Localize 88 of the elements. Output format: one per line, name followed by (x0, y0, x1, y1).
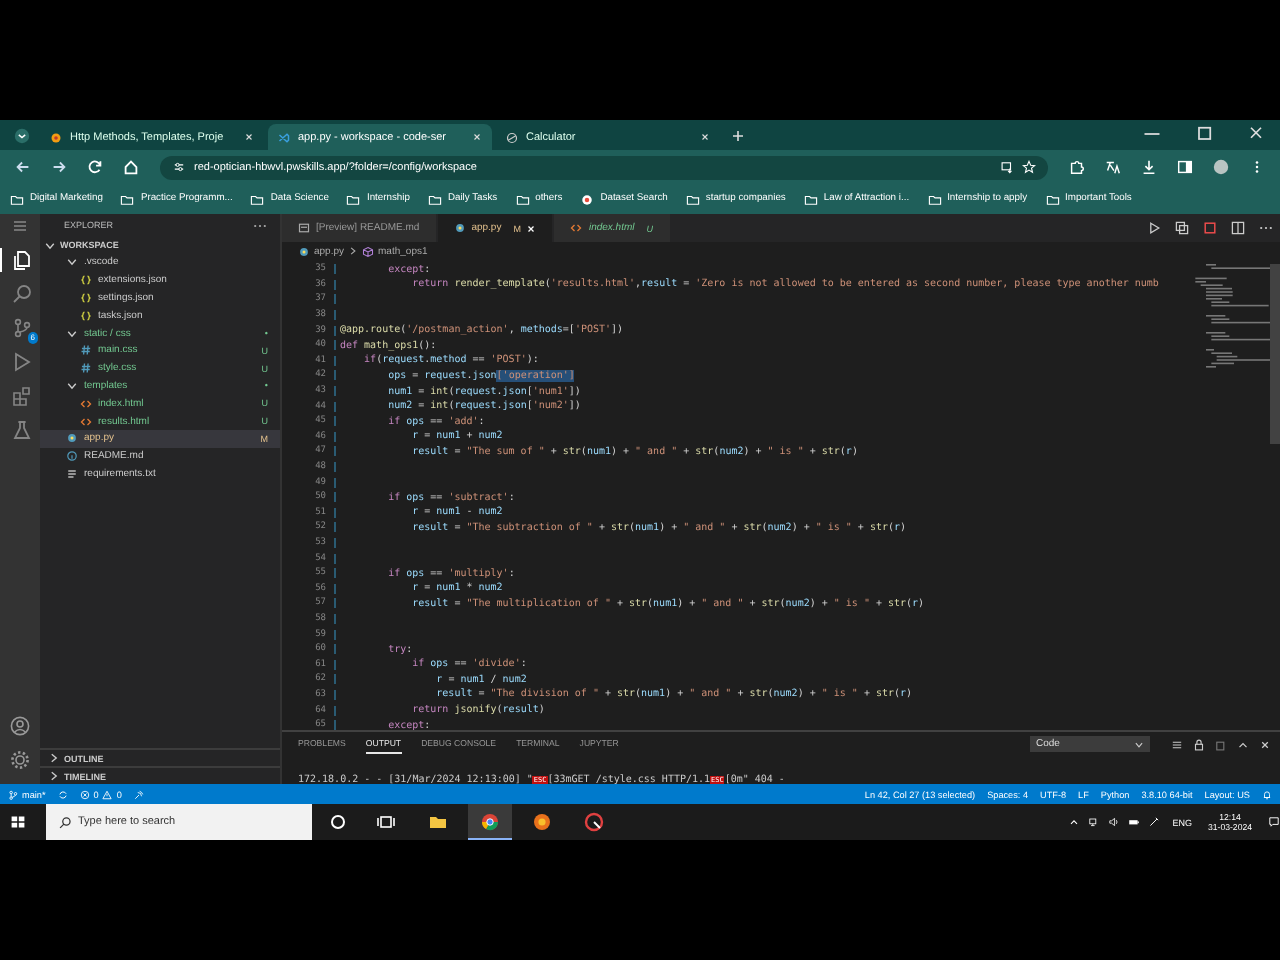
lock-icon[interactable] (1192, 737, 1206, 751)
python-file-icon (66, 432, 78, 445)
chevron-down-icon (66, 379, 78, 392)
compare-icon[interactable] (1174, 220, 1190, 236)
account-icon[interactable] (8, 714, 32, 738)
search-icon (58, 815, 72, 829)
back-arrow-icon[interactable] (14, 158, 32, 176)
minimap-drawing[interactable] (1190, 264, 1270, 374)
code-brackets-icon (80, 415, 92, 428)
cortana-circle-icon[interactable] (328, 812, 348, 832)
json-file-icon (80, 274, 92, 287)
forward-arrow-icon[interactable] (50, 158, 68, 176)
python-file-icon (453, 222, 466, 234)
site-settings-icon[interactable] (172, 160, 186, 174)
folder-icon (120, 193, 135, 205)
stop-icon[interactable] (1202, 220, 1218, 236)
taskbar-app[interactable] (468, 804, 512, 840)
folder-icon (427, 193, 442, 205)
avatar-icon[interactable] (1212, 158, 1230, 176)
bell-icon[interactable] (1262, 789, 1272, 799)
info-icon (66, 450, 78, 463)
tab-search-icon[interactable] (14, 128, 30, 144)
translate-icon[interactable] (1104, 158, 1122, 176)
chevron-down-icon (66, 327, 78, 340)
error-icon (79, 789, 90, 799)
app-circle-icon (532, 811, 552, 831)
broadcast-icon[interactable] (133, 789, 144, 799)
folder-icon (428, 811, 448, 831)
scrollbar[interactable] (1270, 264, 1280, 444)
hash-icon (80, 344, 92, 357)
chevron-down-icon (1134, 739, 1144, 749)
folder-icon (927, 193, 942, 205)
run-icon[interactable] (1146, 220, 1162, 236)
search-icon (9, 282, 33, 306)
folder-icon (685, 193, 700, 205)
windows-logo-icon[interactable] (10, 814, 26, 830)
copy-icon[interactable] (1214, 737, 1228, 751)
play-bug-icon (9, 350, 33, 374)
flower-icon (50, 131, 62, 143)
side-panel-icon[interactable] (1176, 158, 1194, 176)
code-brackets-icon (80, 397, 92, 410)
flask-icon (9, 418, 33, 442)
close-icon[interactable] (244, 132, 254, 142)
reload-icon[interactable] (86, 158, 104, 176)
code-icon (278, 131, 290, 143)
network-icon[interactable] (1088, 816, 1101, 828)
cube-icon (362, 245, 375, 257)
folder-icon (1045, 193, 1060, 205)
split-editor-icon[interactable] (1230, 220, 1246, 236)
preview-icon (298, 222, 310, 234)
app-circle-icon (584, 811, 604, 831)
close-icon[interactable] (1258, 737, 1272, 751)
extensions-icon (9, 384, 33, 408)
files-icon (9, 248, 33, 272)
folder-icon (250, 193, 265, 205)
chevron-up-icon[interactable] (1236, 737, 1250, 751)
browser-logo-icon (480, 811, 500, 831)
hash-icon (80, 362, 92, 375)
folder-icon (803, 193, 818, 205)
branch-icon (8, 789, 18, 799)
sync-icon[interactable] (57, 789, 68, 799)
settings-icon[interactable] (8, 748, 32, 772)
pen-icon[interactable] (1148, 816, 1161, 828)
warning-icon (102, 789, 113, 799)
new-tab-icon[interactable] (730, 128, 746, 144)
json-file-icon (80, 309, 92, 322)
download-icon[interactable] (1140, 158, 1158, 176)
chevron-up-icon[interactable] (1068, 816, 1081, 828)
bookmark-star-icon[interactable] (1022, 160, 1036, 174)
code-brackets-icon (570, 222, 583, 234)
task-view-icon (376, 811, 396, 831)
speaker-icon[interactable] (1108, 816, 1121, 828)
globe-icon (506, 131, 518, 143)
chevron-right-icon (348, 246, 359, 256)
home-icon[interactable] (122, 158, 140, 176)
folder-icon (346, 193, 361, 205)
folder-icon (10, 193, 24, 205)
notification-icon[interactable] (1268, 816, 1280, 828)
site-icon (580, 193, 595, 205)
folder-icon (515, 193, 530, 205)
text-file-icon (66, 467, 78, 480)
close-icon[interactable] (700, 132, 710, 142)
json-file-icon (80, 291, 92, 304)
python-file-icon (298, 245, 310, 257)
puzzle-icon[interactable] (1068, 158, 1086, 176)
list-icon[interactable] (1170, 737, 1184, 751)
install-app-icon[interactable] (1000, 160, 1014, 174)
branch-icon (9, 316, 33, 340)
